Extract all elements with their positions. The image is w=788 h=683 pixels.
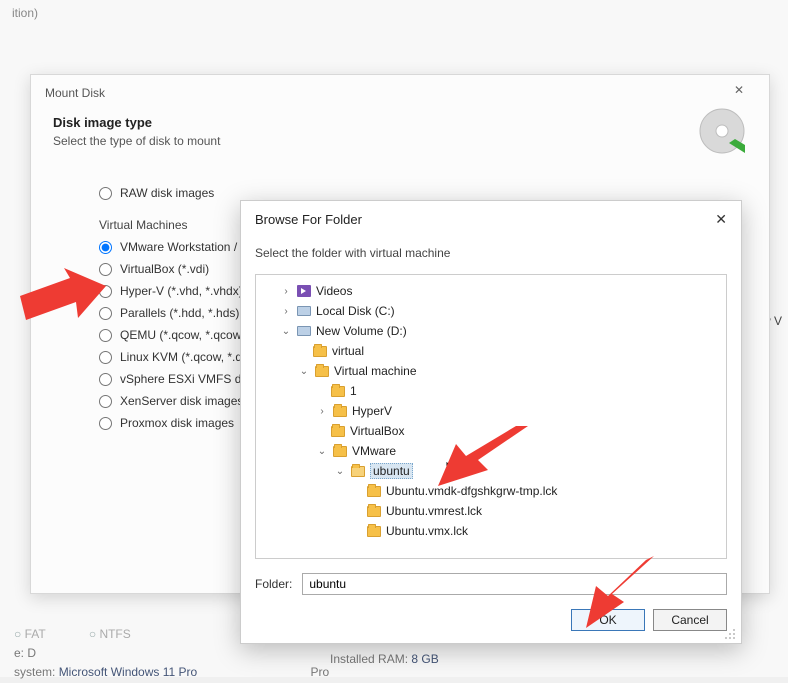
tree-item-ddrive[interactable]: ⌄ New Volume (D:) xyxy=(260,321,722,341)
collapse-icon[interactable]: ⌄ xyxy=(334,466,346,477)
tree-item-ubuntu[interactable]: ⌄ ubuntu xyxy=(260,461,722,481)
folder-field-label: Folder: xyxy=(255,577,292,591)
tree-item-hyperv[interactable]: › HyperV xyxy=(260,401,722,421)
browse-folder-dialog: Browse For Folder ✕ Select the folder wi… xyxy=(240,200,742,644)
drive-icon xyxy=(296,304,312,318)
tree-item-vmachine[interactable]: ⌄ Virtual machine xyxy=(260,361,722,381)
bg-ram-value: 8 GB xyxy=(411,652,438,666)
bg-os-label: system: xyxy=(14,665,55,679)
collapse-icon[interactable]: ⌄ xyxy=(280,326,292,337)
tree-label: VirtualBox xyxy=(350,424,404,438)
folder-icon xyxy=(330,424,346,438)
tree-label: HyperV xyxy=(352,404,392,418)
ok-button[interactable]: OK xyxy=(571,609,645,631)
tree-label: ubuntu xyxy=(370,463,413,479)
disc-icon xyxy=(695,107,749,161)
video-icon xyxy=(296,284,312,298)
tree-label: Ubuntu.vmx.lck xyxy=(386,524,468,538)
bg-title: ition) xyxy=(0,0,788,26)
mount-heading: Disk image type xyxy=(53,115,747,130)
expand-icon[interactable]: › xyxy=(280,286,292,297)
folder-icon xyxy=(366,504,382,518)
radio-parallels-label: Parallels (*.hdd, *.hds) xyxy=(120,306,239,320)
browse-close-button[interactable]: ✕ xyxy=(715,211,727,228)
tree-item-virtual[interactable]: virtual xyxy=(260,341,722,361)
tree-item-vbox[interactable]: VirtualBox xyxy=(260,421,722,441)
folder-icon xyxy=(330,384,346,398)
drive-icon xyxy=(296,324,312,338)
tree-label: Videos xyxy=(316,284,352,298)
collapse-icon[interactable]: ⌄ xyxy=(316,446,328,457)
folder-icon xyxy=(312,344,328,358)
radio-kvm-label: Linux KVM (*.qcow, *.qco xyxy=(120,350,255,364)
expand-icon[interactable]: › xyxy=(316,406,328,417)
radio-qemu-label: QEMU (*.qcow, *.qcow2, xyxy=(120,328,251,342)
tree-item-1[interactable]: 1 xyxy=(260,381,722,401)
tree-label: New Volume (D:) xyxy=(316,324,407,338)
collapse-icon[interactable]: ⌄ xyxy=(298,366,310,377)
tree-item-vmware[interactable]: ⌄ VMware xyxy=(260,441,722,461)
folder-icon xyxy=(314,364,330,378)
tree-item-lck1[interactable]: Ubuntu.vmdk-dfgshkgrw-tmp.lck xyxy=(260,481,722,501)
cancel-button[interactable]: Cancel xyxy=(653,609,727,631)
tree-label: Local Disk (C:) xyxy=(316,304,395,318)
radio-proxmox-label: Proxmox disk images xyxy=(120,416,234,430)
folder-icon xyxy=(366,484,382,498)
radio-vbox-label: VirtualBox (*.vdi) xyxy=(120,262,209,276)
mount-close-button[interactable]: ✕ xyxy=(723,83,755,103)
resize-grip-icon[interactable] xyxy=(725,627,737,639)
bg-os-value: Microsoft Windows 11 Pro xyxy=(59,665,198,679)
folder-tree[interactable]: › Videos › Local Disk (C:) ⌄ New Volume (D:… xyxy=(255,274,727,559)
folder-open-icon xyxy=(350,464,366,478)
tree-item-cdrive[interactable]: › Local Disk (C:) xyxy=(260,301,722,321)
bg-ram-label: Installed RAM: xyxy=(330,652,408,666)
mount-window-title: Mount Disk xyxy=(45,86,105,100)
expand-icon[interactable]: › xyxy=(280,306,292,317)
browse-title: Browse For Folder xyxy=(255,212,362,227)
browse-instruction: Select the folder with virtual machine xyxy=(241,238,741,274)
folder-icon xyxy=(366,524,382,538)
bg-fs-ntfs: NTFS xyxy=(99,627,130,641)
bg-fs-fat: FAT xyxy=(25,627,46,641)
radio-xen-label: XenServer disk images xyxy=(120,394,243,408)
tree-item-lck2[interactable]: Ubuntu.vmrest.lck xyxy=(260,501,722,521)
tree-label: Ubuntu.vmdk-dfgshkgrw-tmp.lck xyxy=(386,484,557,498)
radio-raw-label: RAW disk images xyxy=(120,186,214,200)
tree-item-lck3[interactable]: Ubuntu.vmx.lck xyxy=(260,521,722,541)
tree-label: VMware xyxy=(352,444,396,458)
radio-hyperv-label: Hyper-V (*.vhd, *.vhdx) xyxy=(120,284,243,298)
folder-input[interactable] xyxy=(302,573,727,595)
tree-label: 1 xyxy=(350,384,357,398)
radio-raw[interactable]: RAW disk images xyxy=(99,186,729,200)
tree-label: Virtual machine xyxy=(334,364,417,378)
mount-subheading: Select the type of disk to mount xyxy=(53,134,747,148)
tree-label: Ubuntu.vmrest.lck xyxy=(386,504,482,518)
tree-label: virtual xyxy=(332,344,364,358)
bg-proc: Pro xyxy=(311,665,330,679)
tree-item-videos[interactable]: › Videos xyxy=(260,281,722,301)
folder-icon xyxy=(332,404,348,418)
folder-icon xyxy=(332,444,348,458)
